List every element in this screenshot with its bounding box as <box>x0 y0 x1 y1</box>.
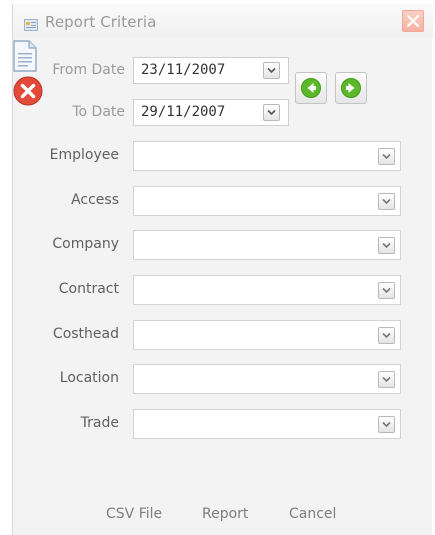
csv-file-label: CSV File <box>106 506 163 522</box>
next-period-button[interactable] <box>335 72 367 104</box>
title-bar[interactable]: Report Criteria <box>13 4 433 38</box>
previous-period-button[interactable] <box>295 72 327 104</box>
location-label: Location <box>59 370 119 386</box>
company-label: Company <box>52 236 119 252</box>
chevron-down-icon <box>267 109 276 116</box>
report-icon <box>24 16 38 31</box>
employee-dropdown-button[interactable] <box>378 148 395 165</box>
contract-combobox[interactable] <box>133 275 401 305</box>
from-date-field[interactable]: 23/11/2007 <box>133 57 289 84</box>
cancel-label: Cancel <box>289 506 337 522</box>
to-date-label: To Date <box>72 104 125 120</box>
chevron-down-icon <box>382 332 391 339</box>
chevron-down-icon <box>382 198 391 205</box>
access-label: Access <box>71 192 119 208</box>
location-combobox[interactable] <box>133 364 401 394</box>
close-icon <box>407 15 419 27</box>
close-button[interactable] <box>402 10 424 32</box>
chevron-down-icon <box>382 242 391 249</box>
costhead-dropdown-button[interactable] <box>378 327 395 344</box>
arrow-left-icon <box>301 78 321 98</box>
costhead-label: Costhead <box>52 326 119 342</box>
contract-dropdown-button[interactable] <box>378 282 395 299</box>
to-date-dropdown-button[interactable] <box>263 104 280 121</box>
to-date-value: 29/11/2007 <box>141 104 226 120</box>
chevron-down-icon <box>267 67 276 74</box>
company-dropdown-button[interactable] <box>378 237 395 254</box>
trade-combobox[interactable] <box>133 409 401 439</box>
window-title: Report Criteria <box>45 13 157 31</box>
to-date-field[interactable]: 29/11/2007 <box>133 99 289 126</box>
trade-label: Trade <box>80 415 119 431</box>
costhead-combobox[interactable] <box>133 320 401 350</box>
from-date-value: 23/11/2007 <box>141 62 226 78</box>
chevron-down-icon <box>382 153 391 160</box>
employee-combobox[interactable] <box>133 141 401 171</box>
company-combobox[interactable] <box>133 230 401 260</box>
from-date-label: From Date <box>52 62 125 78</box>
location-dropdown-button[interactable] <box>378 371 395 388</box>
report-label: Report <box>202 506 249 522</box>
from-date-dropdown-button[interactable] <box>263 62 280 79</box>
access-combobox[interactable] <box>133 186 401 216</box>
employee-label: Employee <box>49 147 119 163</box>
report-criteria-window: Report Criteria From Date 23/11/2007 To … <box>12 4 433 535</box>
chevron-down-icon <box>382 287 391 294</box>
trade-dropdown-button[interactable] <box>378 416 395 433</box>
access-dropdown-button[interactable] <box>378 193 395 210</box>
contract-label: Contract <box>58 281 119 297</box>
chevron-down-icon <box>382 421 391 428</box>
arrow-right-icon <box>341 78 361 98</box>
chevron-down-icon <box>382 376 391 383</box>
